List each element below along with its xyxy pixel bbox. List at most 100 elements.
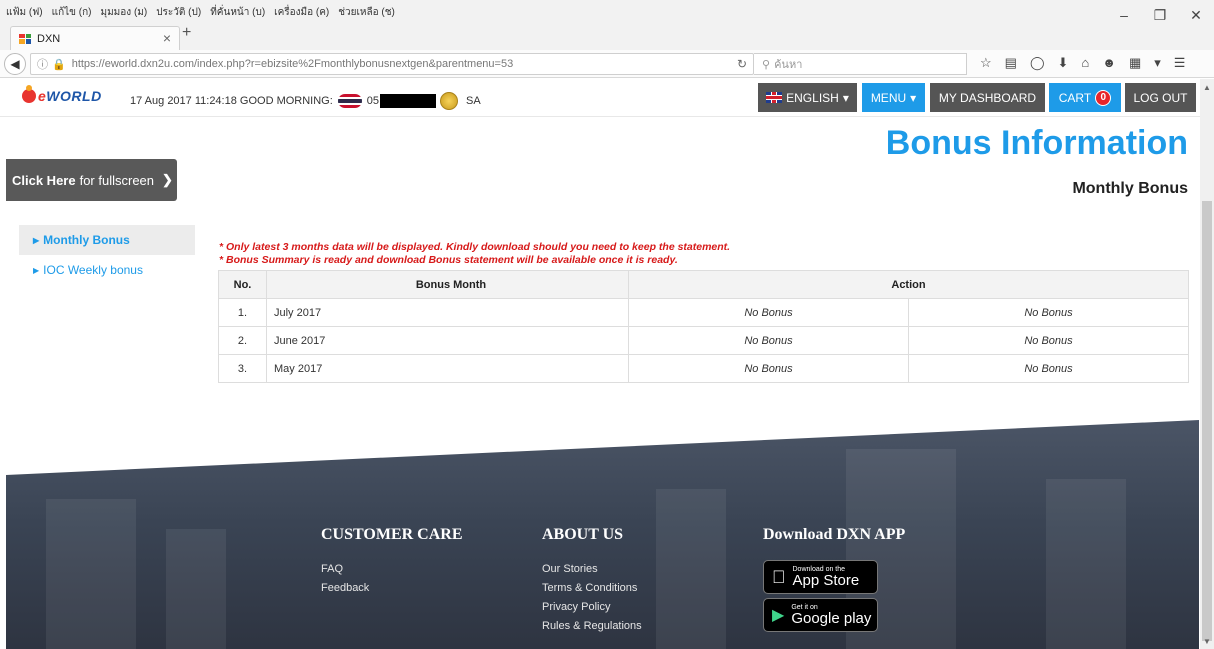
lock-icon: 🔒 — [52, 58, 66, 71]
footer-link-terms[interactable]: Terms & Conditions — [542, 579, 642, 598]
appstore-big-text: App Store — [779, 571, 860, 589]
bonus-table: No. Bonus Month Action 1. July 2017 No B… — [218, 270, 1189, 383]
footer-heading: CUSTOMER CARE — [321, 526, 463, 543]
logo-world: WORLD — [46, 88, 102, 104]
menu-bookmarks[interactable]: ที่คั่นหน้า (บ) — [210, 5, 265, 20]
tab-strip: DXN × + — [0, 22, 1214, 50]
sidebar-item-monthly-bonus[interactable]: ▶ Monthly Bonus — [19, 225, 195, 255]
footer-link-privacy[interactable]: Privacy Policy — [542, 598, 642, 617]
browser-tab[interactable]: DXN × — [10, 26, 180, 50]
reading-list-icon[interactable]: ▤ — [1005, 55, 1017, 71]
row-no: 1. — [218, 298, 267, 327]
caret-down-icon: ▾ — [842, 90, 849, 105]
row-month: June 2017 — [266, 326, 629, 355]
member-id: 05 — [366, 95, 380, 107]
google-play-icon: ▶ — [772, 607, 785, 624]
language-dropdown[interactable]: ENGLISH ▾ — [758, 83, 857, 112]
overflow-icon[interactable]: ▾ — [1154, 55, 1161, 71]
menu-help[interactable]: ช่วยเหลือ (ช) — [338, 5, 395, 20]
browser-menubar: แฟ้ม (ฟ) แก้ไข (ก) มุมมอง (ม) ประวัติ (ป… — [0, 0, 1214, 23]
extension-icon[interactable]: ▦ — [1129, 55, 1141, 71]
row-no: 3. — [218, 354, 267, 383]
info-icon[interactable]: ⓘ — [37, 56, 48, 72]
search-input[interactable]: ⚲ ค้นหา — [754, 53, 967, 75]
row-action: No Bonus — [628, 298, 909, 327]
sidebar: ▶ Monthly Bonus ▶ IOC Weekly bonus — [19, 225, 195, 285]
fullscreen-text: for fullscreen — [79, 172, 155, 188]
download-icon[interactable]: ⬇ — [1058, 55, 1069, 71]
back-arrow-icon: ◀ — [10, 57, 20, 71]
scrollbar-thumb[interactable] — [1202, 201, 1212, 641]
address-bar[interactable]: ⓘ 🔒 https://eworld.dxn2u.com/index.php?r… — [30, 53, 754, 75]
table-header-row: No. Bonus Month Action — [218, 270, 1189, 299]
notice-line: * Bonus Summary is ready and download Bo… — [219, 254, 678, 266]
page-scrollbar[interactable]: ▲ ▼ — [1200, 79, 1214, 649]
dxn-logo-icon — [22, 85, 36, 103]
navigation-bar: ◀ ⓘ 🔒 https://eworld.dxn2u.com/index.php… — [0, 50, 1214, 78]
footer-customer-care: CUSTOMER CARE FAQ Feedback — [321, 526, 463, 598]
row-month: July 2017 — [266, 298, 629, 327]
col-header-bonus-month: Bonus Month — [266, 270, 629, 299]
menu-file[interactable]: แฟ้ม (ฟ) — [6, 5, 43, 20]
google-play-button[interactable]: ▶ Get it on Google play — [763, 598, 878, 632]
footer-about-us: ABOUT US Our Stories Terms & Conditions … — [542, 526, 642, 636]
sidebar-item-ioc-weekly-bonus[interactable]: ▶ IOC Weekly bonus — [19, 255, 195, 285]
bookmark-star-icon[interactable]: ☆ — [980, 55, 992, 71]
greeting-bar: 17 Aug 2017 11:24:18 GOOD MORNING: 05 SA — [130, 92, 481, 110]
notice-text: * Only latest 3 months data will be disp… — [219, 241, 730, 267]
menu-dropdown[interactable]: MENU ▾ — [862, 83, 925, 112]
scroll-down-icon[interactable]: ▼ — [1203, 637, 1211, 646]
triangle-right-icon: ▶ — [33, 235, 40, 245]
fullscreen-button[interactable]: Click Here for fullscreen ❯ — [6, 159, 177, 201]
footer-heading: Download DXN APP — [763, 526, 906, 543]
thailand-flag-icon — [337, 94, 362, 108]
cart-count-badge: 0 — [1095, 89, 1112, 106]
scroll-up-icon[interactable]: ▲ — [1203, 83, 1211, 92]
chevron-right-icon: ❯ — [162, 172, 173, 187]
greeting-text: GOOD MORNING: — [239, 95, 333, 107]
dxn-favicon-icon — [19, 33, 31, 44]
site-header: eWORLD 17 Aug 2017 11:24:18 GOOD MORNING… — [0, 79, 1200, 117]
search-placeholder: ค้นหา — [774, 59, 803, 71]
new-tab-icon[interactable]: + — [182, 24, 191, 42]
back-button[interactable]: ◀ — [4, 53, 26, 75]
menu-history[interactable]: ประวัติ (ป) — [156, 5, 201, 20]
menu-view[interactable]: มุมมอง (ม) — [101, 5, 148, 20]
footer-link-rules[interactable]: Rules & Regulations — [542, 617, 642, 636]
caret-down-icon: ▾ — [910, 90, 917, 105]
member-suffix: SA — [466, 95, 481, 107]
table-row: 3. May 2017 No Bonus No Bonus — [218, 354, 1189, 383]
app-store-button[interactable]:  Download on the App Store — [763, 560, 878, 594]
chat-icon[interactable]: ☻ — [1102, 55, 1116, 71]
footer-download-app: Download DXN APP  Download on the App S… — [763, 526, 905, 636]
apple-icon:  — [772, 567, 786, 588]
footer-link-faq[interactable]: FAQ — [321, 560, 463, 579]
eworld-logo[interactable]: eWORLD — [22, 85, 102, 104]
notice-line: * Only latest 3 months data will be disp… — [219, 241, 731, 253]
language-label: ENGLISH — [786, 90, 839, 105]
menu-edit[interactable]: แก้ไข (ก) — [52, 5, 92, 20]
row-action: No Bonus — [908, 326, 1189, 355]
pocket-icon[interactable]: ◯ — [1030, 55, 1045, 71]
url-text: https://eworld.dxn2u.com/index.php?r=ebi… — [71, 58, 514, 70]
footer-link-feedback[interactable]: Feedback — [321, 579, 463, 598]
reload-icon[interactable]: ↻ — [737, 57, 747, 71]
tab-close-icon[interactable]: × — [163, 30, 171, 46]
rank-coin-icon — [440, 92, 459, 110]
logout-button[interactable]: LOG OUT — [1125, 83, 1196, 112]
cart-button[interactable]: CART 0 — [1049, 83, 1121, 112]
row-action: No Bonus — [908, 354, 1189, 383]
row-action: No Bonus — [628, 326, 909, 355]
skyline-building — [46, 499, 136, 649]
menu-tools[interactable]: เครื่องมือ (ค) — [274, 5, 329, 20]
my-dashboard-button[interactable]: MY DASHBOARD — [930, 83, 1045, 112]
uk-flag-icon — [766, 92, 783, 103]
row-action: No Bonus — [628, 354, 909, 383]
home-icon[interactable]: ⌂ — [1081, 55, 1089, 71]
footer-link-our-stories[interactable]: Our Stories — [542, 560, 642, 579]
hamburger-menu-icon[interactable]: ☰ — [1174, 55, 1186, 71]
table-row: 1. July 2017 No Bonus No Bonus — [218, 298, 1189, 327]
fullscreen-bold-text: Click Here — [12, 172, 76, 188]
sidebar-item-label: Monthly Bonus — [43, 233, 130, 247]
table-row: 2. June 2017 No Bonus No Bonus — [218, 326, 1189, 355]
